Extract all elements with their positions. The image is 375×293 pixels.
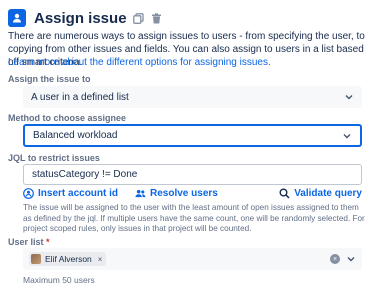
user-list-label-text: User list <box>8 237 44 247</box>
insert-account-id-button[interactable]: Insert account id <box>23 188 118 199</box>
resolve-users-button[interactable]: Resolve users <box>135 188 218 199</box>
chevron-down-icon[interactable] <box>346 254 356 264</box>
assign-to-select[interactable]: A user in a defined list <box>23 86 362 108</box>
validate-query-button[interactable]: Validate query <box>279 188 362 199</box>
user-tag: Elif Alverson × <box>29 252 107 266</box>
chevron-down-icon <box>342 131 352 141</box>
chevron-down-icon <box>344 92 354 102</box>
user-list-select[interactable]: Elif Alverson × × <box>23 248 362 270</box>
resolve-users-label: Resolve users <box>150 188 218 199</box>
jql-value: statusCategory != Done <box>32 169 138 180</box>
users-icon <box>135 188 146 199</box>
remove-user-button[interactable]: × <box>98 255 103 264</box>
rule-header: Assign issue <box>8 7 163 29</box>
delete-icon[interactable] <box>151 12 163 24</box>
help-text: The issue will be assigned to the user w… <box>23 203 365 233</box>
user-tag-name: Elif Alverson <box>45 254 92 264</box>
method-select[interactable]: Balanced workload <box>23 124 362 147</box>
learn-more-link[interactable]: Learn more about the different options f… <box>8 57 271 68</box>
jql-label: JQL to restrict issues <box>8 153 100 163</box>
user-icon <box>23 188 34 199</box>
validate-query-label: Validate query <box>294 188 362 199</box>
method-label: Method to choose assignee <box>8 113 127 123</box>
assign-to-value: A user in a defined list <box>31 91 129 103</box>
jql-input[interactable]: statusCategory != Done <box>23 164 362 185</box>
insert-account-id-label: Insert account id <box>38 188 119 199</box>
user-list-label: User list * <box>8 237 50 247</box>
method-value: Balanced workload <box>33 130 118 141</box>
clear-icon[interactable]: × <box>330 254 340 264</box>
copy-icon[interactable] <box>133 12 145 24</box>
search-icon <box>279 188 290 199</box>
avatar <box>31 254 41 264</box>
max-users-note: Maximum 50 users <box>23 275 95 285</box>
required-marker: * <box>46 237 50 247</box>
page-title: Assign issue <box>34 9 127 27</box>
assign-to-label: Assign the issue to <box>8 74 91 84</box>
jql-actions: Insert account id Resolve users Validate… <box>23 188 362 199</box>
assign-issue-icon <box>8 9 26 27</box>
